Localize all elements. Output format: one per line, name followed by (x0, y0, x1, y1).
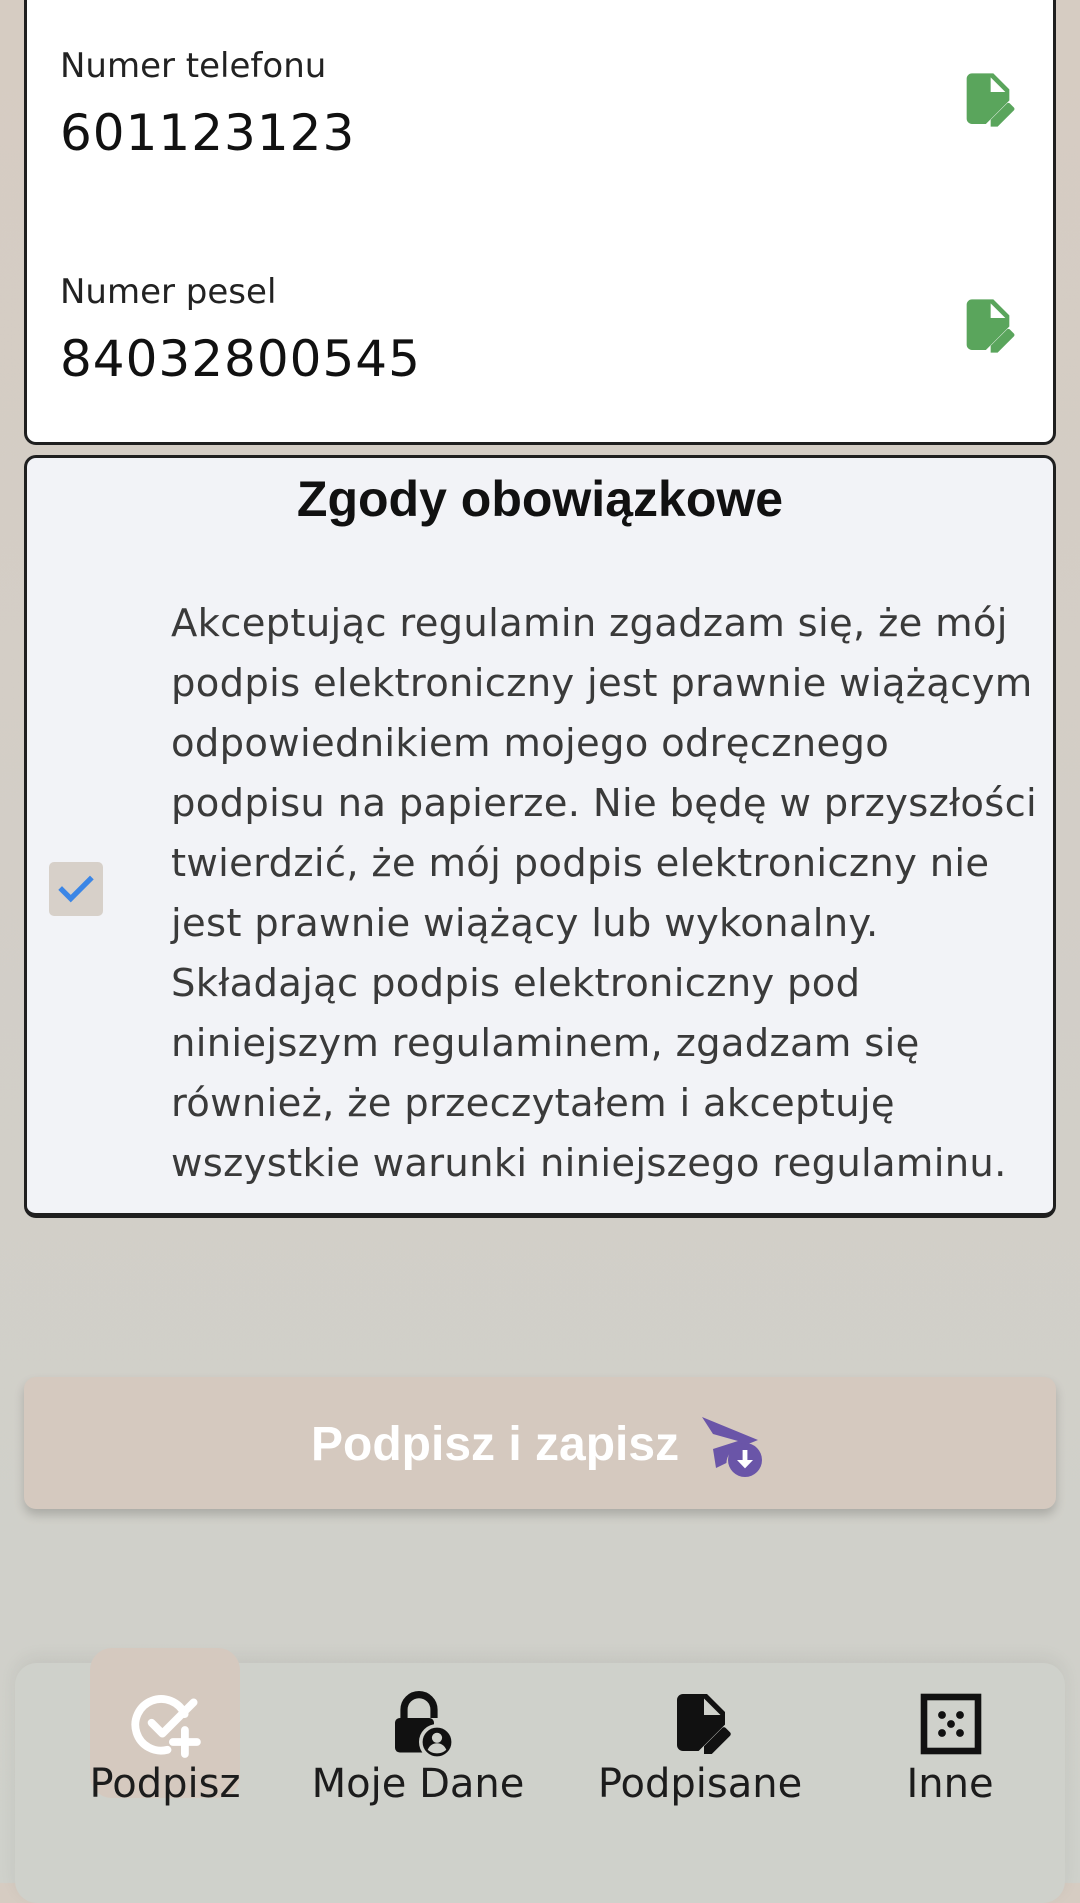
consent-text: Akceptując regulamin zgadzam się, że mój… (171, 601, 1038, 1186)
file-edit-icon[interactable] (956, 294, 1020, 358)
nav-label-my-data: Moje Dane (311, 1761, 525, 1807)
pesel-field: Numer pesel 84032800545 (60, 272, 1020, 388)
contact-info-card: Numer telefonu 601123123 Numer pesel 840… (24, 0, 1056, 445)
mandatory-consents-card: Zgody obowiązkowe Akceptując regulamin z… (24, 455, 1056, 1218)
nav-item-other[interactable]: Inne (855, 1663, 1045, 1883)
file-edit-icon (677, 1694, 731, 1754)
phone-label: Numer telefonu (60, 46, 327, 86)
nav-item-my-data[interactable]: Moje Dane (293, 1663, 543, 1883)
phone-field: Numer telefonu 601123123 (60, 46, 1020, 162)
bottom-navigation: Podpisz Moje Dane Podpisane Inne (15, 1648, 1065, 1903)
phone-value: 601123123 (60, 104, 356, 162)
consents-title: Zgody obowiązkowe (296, 471, 784, 527)
nav-item-signed[interactable]: Podpisane (570, 1663, 830, 1883)
nav-label-other: Inne (906, 1761, 994, 1807)
file-edit-icon[interactable] (956, 68, 1020, 132)
pesel-label: Numer pesel (60, 272, 277, 312)
nav-label-signed: Podpisane (597, 1761, 803, 1807)
dotted-grid-icon (920, 1693, 982, 1755)
nav-item-sign[interactable]: Podpisz (45, 1648, 285, 1883)
nav-label-sign: Podpisz (89, 1761, 241, 1807)
consent-checkbox[interactable] (49, 862, 103, 916)
checkmark-icon (58, 875, 94, 903)
send-download-icon (702, 1417, 762, 1477)
pesel-value: 84032800545 (60, 330, 421, 388)
sign-and-save-button[interactable]: Podpisz i zapisz (24, 1377, 1056, 1509)
sign-and-save-label: Podpisz i zapisz (311, 1418, 680, 1471)
lock-user-icon (395, 1691, 455, 1760)
check-circle-plus-icon (131, 1695, 201, 1758)
